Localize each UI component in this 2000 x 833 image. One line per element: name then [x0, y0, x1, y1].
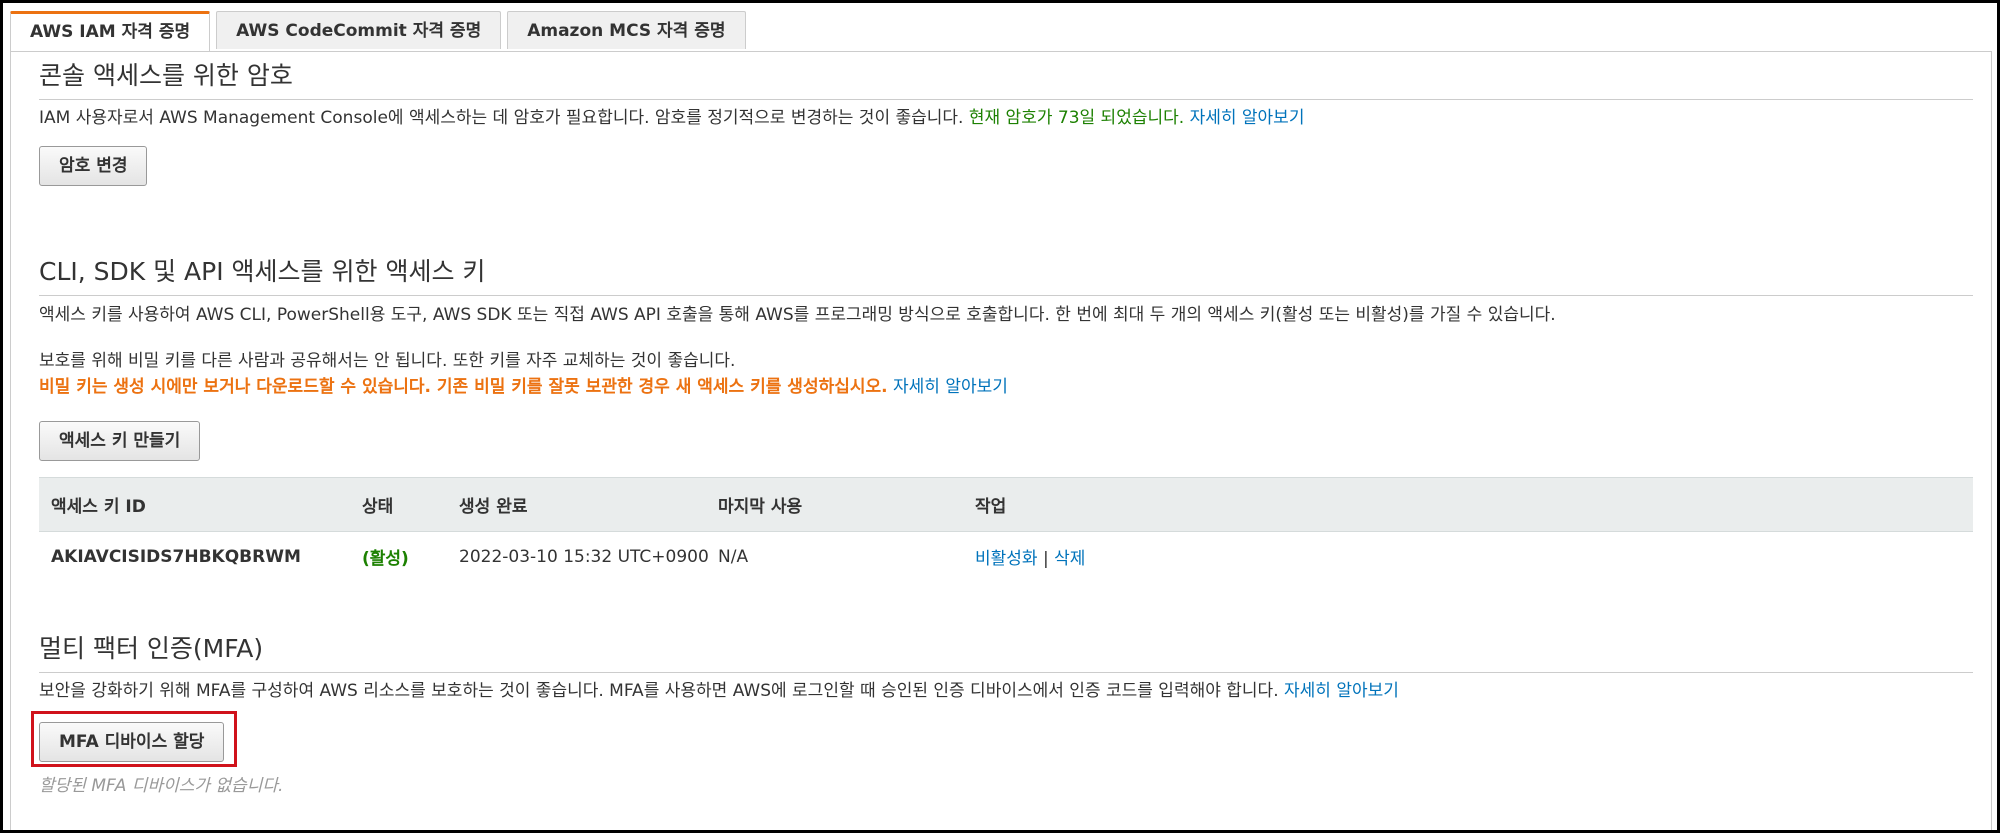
highlight-box	[31, 711, 237, 767]
status-badge: (활성)	[362, 549, 409, 569]
mfa-description: 보안을 강화하기 위해 MFA를 구성하여 AWS 리소스를 보호하는 것이 좋…	[39, 679, 1973, 703]
mfa-section: 멀티 팩터 인증(MFA) 보안을 강화하기 위해 MFA를 구성하여 AWS …	[39, 629, 1973, 796]
change-password-button[interactable]: 암호 변경	[39, 146, 148, 186]
access-keys-description: 액세스 키를 사용하여 AWS CLI, PowerShell용 도구, AWS…	[39, 305, 1556, 325]
console-password-text: IAM 사용자로서 AWS Management Console에 액세스하는 …	[39, 108, 969, 128]
column-header-created: 생성 완료	[459, 477, 718, 532]
access-keys-learn-more-link[interactable]: 자세히 알아보기	[893, 377, 1008, 397]
console-password-learn-more-link[interactable]: 자세히 알아보기	[1190, 108, 1305, 128]
delete-key-link[interactable]: 삭제	[1054, 549, 1085, 569]
mfa-title: 멀티 팩터 인증(MFA)	[39, 629, 1973, 673]
tab-codecommit-credentials[interactable]: AWS CodeCommit 자격 증명	[216, 11, 502, 49]
console-password-description: IAM 사용자로서 AWS Management Console에 액세스하는 …	[39, 106, 1973, 130]
access-keys-table-header: 액세스 키 ID 상태 생성 완료 마지막 사용 작업	[39, 477, 1973, 532]
deactivate-key-link[interactable]: 비활성화	[975, 549, 1038, 569]
tab-mcs-credentials[interactable]: Amazon MCS 자격 증명	[507, 11, 746, 49]
last-used-cell: N/A	[718, 546, 749, 567]
column-header-status: 상태	[362, 477, 459, 532]
created-cell: 2022-03-10 15:32 UTC+0900	[459, 546, 709, 567]
console-password-section: 콘솔 액세스를 위한 암호 IAM 사용자로서 AWS Management C…	[39, 56, 1973, 186]
mfa-description-text: 보안을 강화하기 위해 MFA를 구성하여 AWS 리소스를 보호하는 것이 좋…	[39, 681, 1284, 701]
tab-iam-credentials[interactable]: AWS IAM 자격 증명	[10, 11, 211, 52]
credential-tabs: AWS IAM 자격 증명 AWS CodeCommit 자격 증명 Amazo…	[10, 11, 752, 52]
secret-key-warning-text: 비밀 키는 생성 시에만 보거나 다운로드할 수 있습니다. 기존 비밀 키를 …	[39, 377, 888, 397]
table-row: AKIAVCISIDS7HBKQBRWM (활성) 2022-03-10 15:…	[39, 532, 1973, 582]
action-separator: |	[1037, 549, 1055, 569]
console-password-title: 콘솔 액세스를 위한 암호	[39, 56, 1973, 100]
access-keys-security-note: 보호를 위해 비밀 키를 다른 사람과 공유해서는 안 됩니다. 또한 키를 자…	[39, 351, 736, 371]
access-keys-warning: 비밀 키는 생성 시에만 보거나 다운로드할 수 있습니다. 기존 비밀 키를 …	[39, 375, 1973, 399]
access-key-id-cell: AKIAVCISIDS7HBKQBRWM	[51, 546, 301, 567]
tab-panel: 콘솔 액세스를 위한 암호 IAM 사용자로서 AWS Management C…	[10, 51, 1992, 830]
password-age-text: 현재 암호가 73일 되었습니다.	[968, 108, 1185, 128]
column-header-actions: 작업	[975, 477, 1973, 532]
no-mfa-device-message: 할당된 MFA 디바이스가 없습니다.	[39, 776, 284, 796]
access-keys-title: CLI, SDK 및 API 액세스를 위한 액세스 키	[39, 252, 1973, 296]
mfa-learn-more-link[interactable]: 자세히 알아보기	[1284, 681, 1399, 701]
column-header-access-key-id: 액세스 키 ID	[39, 477, 362, 532]
access-keys-section: CLI, SDK 및 API 액세스를 위한 액세스 키 액세스 키를 사용하여…	[39, 252, 1973, 581]
screenshot-frame: AWS IAM 자격 증명 AWS CodeCommit 자격 증명 Amazo…	[0, 0, 2000, 833]
column-header-last-used: 마지막 사용	[718, 477, 975, 532]
access-keys-table: 액세스 키 ID 상태 생성 완료 마지막 사용 작업 AKIAVCISIDS7…	[39, 477, 1973, 581]
create-access-key-button[interactable]: 액세스 키 만들기	[39, 421, 201, 461]
actions-cell: 비활성화 | 삭제	[975, 532, 1973, 582]
